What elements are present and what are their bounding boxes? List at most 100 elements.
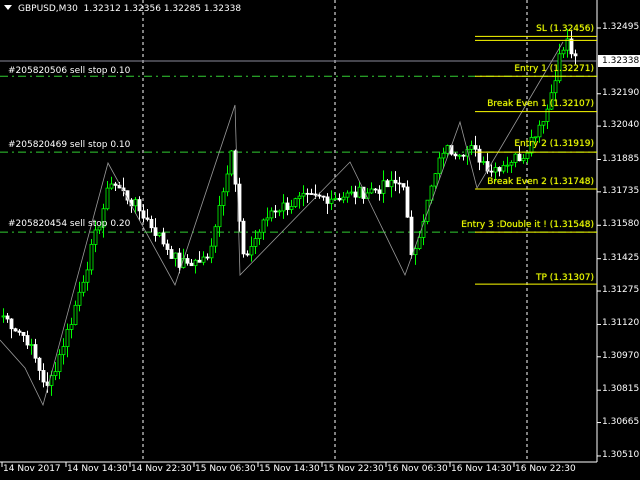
candle-body (289, 206, 294, 210)
candle-body (277, 210, 282, 213)
candle-body (173, 252, 178, 259)
candle-body (481, 161, 486, 163)
candle-body (293, 198, 298, 207)
candle-body (397, 182, 402, 185)
candle-body (21, 331, 26, 336)
order-label[interactable]: #205820469 sell stop 0.10 (8, 140, 130, 150)
candle-body (165, 243, 170, 250)
candle-body (489, 170, 494, 173)
candle-body (137, 199, 142, 212)
price-tick-label: 1.31885 (602, 153, 640, 164)
price-tick-label: 1.32495 (602, 22, 640, 32)
candle-body (241, 220, 246, 255)
order-label[interactable]: #205820454 sell stop 0.20 (8, 219, 130, 229)
dropdown-triangle-icon[interactable] (4, 5, 12, 10)
price-tick-label: 1.30510 (602, 449, 640, 460)
candle-body (185, 258, 190, 264)
candle-body (157, 232, 162, 236)
candle-body (569, 38, 574, 55)
candle-body (317, 194, 322, 197)
price-tick-label: 1.30665 (602, 416, 640, 427)
candle-body (57, 354, 62, 373)
candle-body (225, 173, 230, 193)
candle-body (61, 346, 66, 356)
candle-body (89, 243, 94, 271)
candle-body (381, 180, 386, 194)
candle-body (65, 329, 70, 347)
candle-body (145, 217, 150, 220)
time-tick-label: 14 Nov 2017 (3, 464, 61, 474)
candle-body (53, 371, 58, 376)
candle-body (341, 196, 346, 201)
candle-body (345, 192, 350, 198)
candle-body (453, 153, 458, 157)
candle-body (409, 216, 414, 256)
candle-body (493, 167, 498, 173)
candle-body (149, 218, 154, 229)
time-tick-label: 14 Nov 22:30 (131, 464, 192, 474)
candle-body (17, 330, 22, 333)
symbol-label: GBPUSD,M30 (18, 4, 78, 14)
candle-body (353, 191, 358, 198)
candle-body (169, 249, 174, 259)
candle-body (81, 281, 86, 293)
candle-body (189, 262, 194, 267)
candle-body (369, 188, 374, 194)
price-tick-label: 1.30815 (602, 384, 640, 395)
candle-body (405, 186, 410, 218)
level-label-breakeven2: Break Even 2 (1.31748) (487, 177, 594, 187)
candle-body (309, 193, 314, 195)
candle-body (377, 189, 382, 194)
candle-body (197, 259, 202, 263)
candle-body (249, 246, 254, 256)
candle-body (425, 199, 430, 222)
high-price: 1.32356 (123, 4, 161, 14)
level-label-tp: TP (1.31307) (535, 273, 594, 283)
price-tick-label: 1.30970 (602, 350, 640, 361)
candle-body (9, 318, 14, 330)
candle-body (445, 145, 450, 154)
candle-body (229, 150, 234, 175)
candle-body (533, 136, 538, 139)
candle-body (141, 210, 146, 219)
time-tick-label: 14 Nov 14:30 (67, 464, 128, 474)
candle-body (337, 197, 342, 201)
order-label[interactable]: #205820506 sell stop 0.10 (8, 66, 130, 76)
candle-body (573, 53, 578, 57)
candle-body (29, 344, 34, 346)
price-chart[interactable]: GBPUSD,M30 1.32312 1.32356 1.32285 1.323… (0, 0, 640, 480)
candle-body (297, 195, 302, 200)
candle-body (217, 205, 222, 228)
candle-body (461, 154, 466, 157)
candle-body (41, 370, 46, 383)
candle-body (417, 237, 422, 249)
candle-body (25, 335, 30, 346)
candle-body (33, 344, 38, 359)
candle-body (13, 328, 18, 332)
candle-body (433, 173, 438, 187)
candle-body (261, 219, 266, 233)
candle-body (285, 202, 290, 210)
candle-body (389, 179, 394, 188)
candle-body (325, 196, 330, 204)
price-tick-label: 1.31425 (602, 252, 640, 263)
candle-body (321, 195, 326, 198)
candle-body (477, 148, 482, 163)
candle-body (545, 108, 550, 122)
level-label-entry3: Entry 3 :Double it ! (1.31548) (461, 220, 594, 230)
candle-body (281, 202, 286, 212)
candle-body (109, 183, 114, 189)
candle-body (517, 153, 522, 162)
candle-body (257, 231, 262, 239)
candle-body (401, 183, 406, 188)
low-price: 1.32285 (163, 4, 202, 14)
candle-body (265, 217, 270, 221)
candle-body (329, 198, 334, 204)
candle-body (521, 158, 526, 162)
candle-body (305, 192, 310, 195)
open-price: 1.32312 (83, 4, 121, 14)
candle-body (273, 210, 278, 213)
candle-body (393, 179, 398, 184)
candle-body (113, 183, 118, 186)
candle-body (561, 49, 566, 55)
